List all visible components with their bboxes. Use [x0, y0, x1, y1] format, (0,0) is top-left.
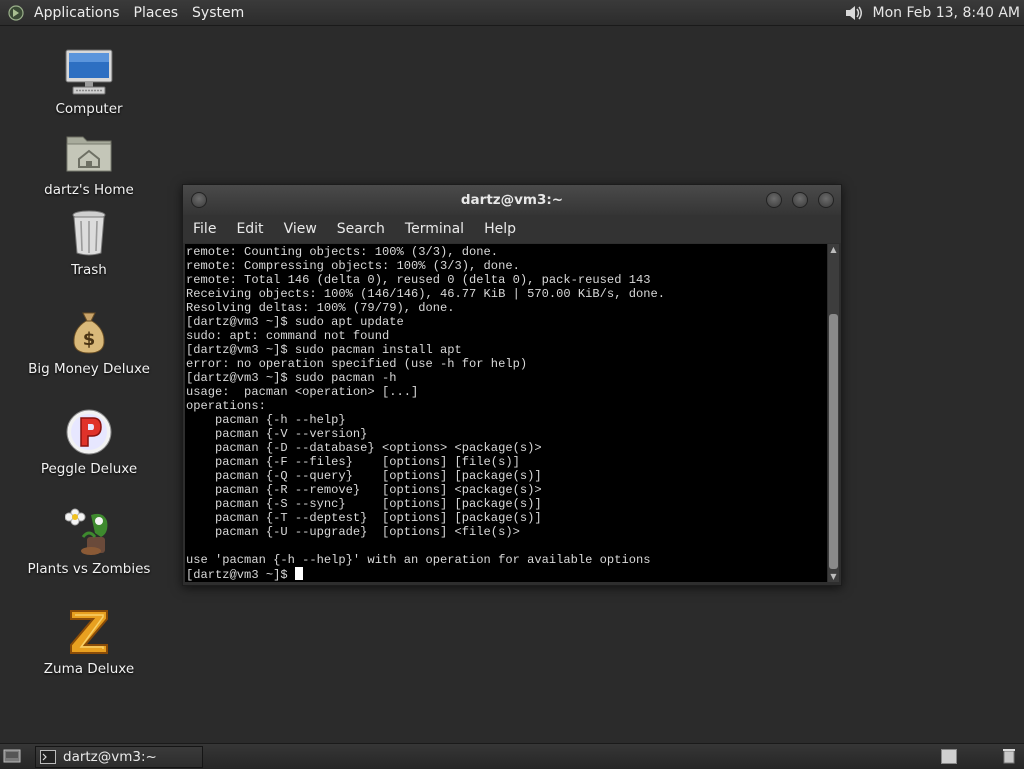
menu-edit[interactable]: Edit: [226, 221, 273, 237]
terminal-window[interactable]: dartz@vm3:~ File Edit View Search Termin…: [182, 184, 842, 586]
terminal-cursor: [294, 567, 303, 580]
window-title-bar[interactable]: dartz@vm3:~: [183, 185, 841, 215]
desktop-icon-computer[interactable]: Computer: [19, 46, 159, 117]
top-panel-right: Mon Feb 13, 8:40 AM: [844, 0, 1020, 25]
zuma-icon: [70, 610, 108, 654]
desktop-icon-label: Plants vs Zombies: [27, 561, 151, 577]
desktop-icon-label: Computer: [55, 101, 123, 117]
terminal-icon: [40, 750, 56, 764]
menu-file[interactable]: File: [183, 221, 226, 237]
show-desktop-icon[interactable]: [3, 748, 21, 764]
minimize-button[interactable]: [766, 192, 782, 208]
menu-terminal[interactable]: Terminal: [395, 221, 474, 237]
peggle-icon: [66, 409, 112, 455]
workspace-switcher[interactable]: [941, 749, 957, 764]
plants-vs-zombies-icon: [65, 508, 108, 555]
applications-logo-icon[interactable]: [8, 4, 24, 21]
window-title: dartz@vm3:~: [460, 192, 564, 208]
volume-icon[interactable]: [844, 4, 864, 22]
top-panel: Applications Places System Mon Feb 13, 8…: [0, 0, 1024, 26]
menu-system[interactable]: System: [185, 5, 251, 21]
desktop-icon-plants-vs-zombies[interactable]: Plants vs Zombies: [19, 506, 159, 577]
terminal-text: remote: Counting objects: 100% (3/3), do…: [185, 244, 827, 582]
terminal-prompt: [dartz@vm3 ~]$: [186, 568, 295, 582]
desktop-icon-label: Zuma Deluxe: [43, 661, 135, 677]
terminal-output-area[interactable]: remote: Counting objects: 100% (3/3), do…: [185, 244, 827, 582]
menu-applications[interactable]: Applications: [27, 5, 127, 21]
desktop-icon-trash[interactable]: Trash: [19, 207, 159, 278]
close-button[interactable]: [818, 192, 834, 208]
desktop-icon-big-money[interactable]: $ Big Money Deluxe: [19, 306, 159, 377]
terminal-output: remote: Counting objects: 100% (3/3), do…: [186, 245, 665, 567]
terminal-menu-bar: File Edit View Search Terminal Help: [183, 215, 841, 243]
desktop-icon-label: Big Money Deluxe: [28, 361, 150, 377]
desktop-icon-peggle[interactable]: Peggle Deluxe: [19, 406, 159, 477]
menu-help[interactable]: Help: [474, 221, 526, 237]
home-folder-icon: [66, 136, 112, 172]
desktop-icon-label: Peggle Deluxe: [40, 461, 138, 477]
trash-applet-icon[interactable]: [1002, 748, 1016, 764]
money-bag-icon: $: [73, 312, 105, 354]
taskbar-item-terminal[interactable]: dartz@vm3:~: [35, 746, 203, 768]
menu-search[interactable]: Search: [327, 221, 395, 237]
scroll-down-arrow-icon[interactable]: ▼: [828, 571, 839, 582]
maximize-button[interactable]: [792, 192, 808, 208]
terminal-scrollbar[interactable]: ▲ ▼: [828, 244, 839, 582]
computer-icon: [65, 49, 113, 95]
desktop-icon-label: dartz's Home: [44, 182, 134, 198]
bottom-panel: dartz@vm3:~: [0, 743, 1024, 769]
scroll-up-arrow-icon[interactable]: ▲: [828, 244, 839, 255]
desktop-icon-home[interactable]: dartz's Home: [19, 127, 159, 198]
desktop-icon-zuma[interactable]: Zuma Deluxe: [19, 606, 159, 677]
taskbar-item-label: dartz@vm3:~: [63, 749, 157, 765]
clock[interactable]: Mon Feb 13, 8:40 AM: [873, 5, 1020, 21]
svg-text:$: $: [83, 329, 96, 350]
menu-places[interactable]: Places: [127, 5, 186, 21]
trash-icon: [72, 210, 106, 256]
menu-view[interactable]: View: [274, 221, 327, 237]
scrollbar-thumb[interactable]: [829, 314, 838, 569]
desktop-icon-label: Trash: [71, 262, 107, 278]
